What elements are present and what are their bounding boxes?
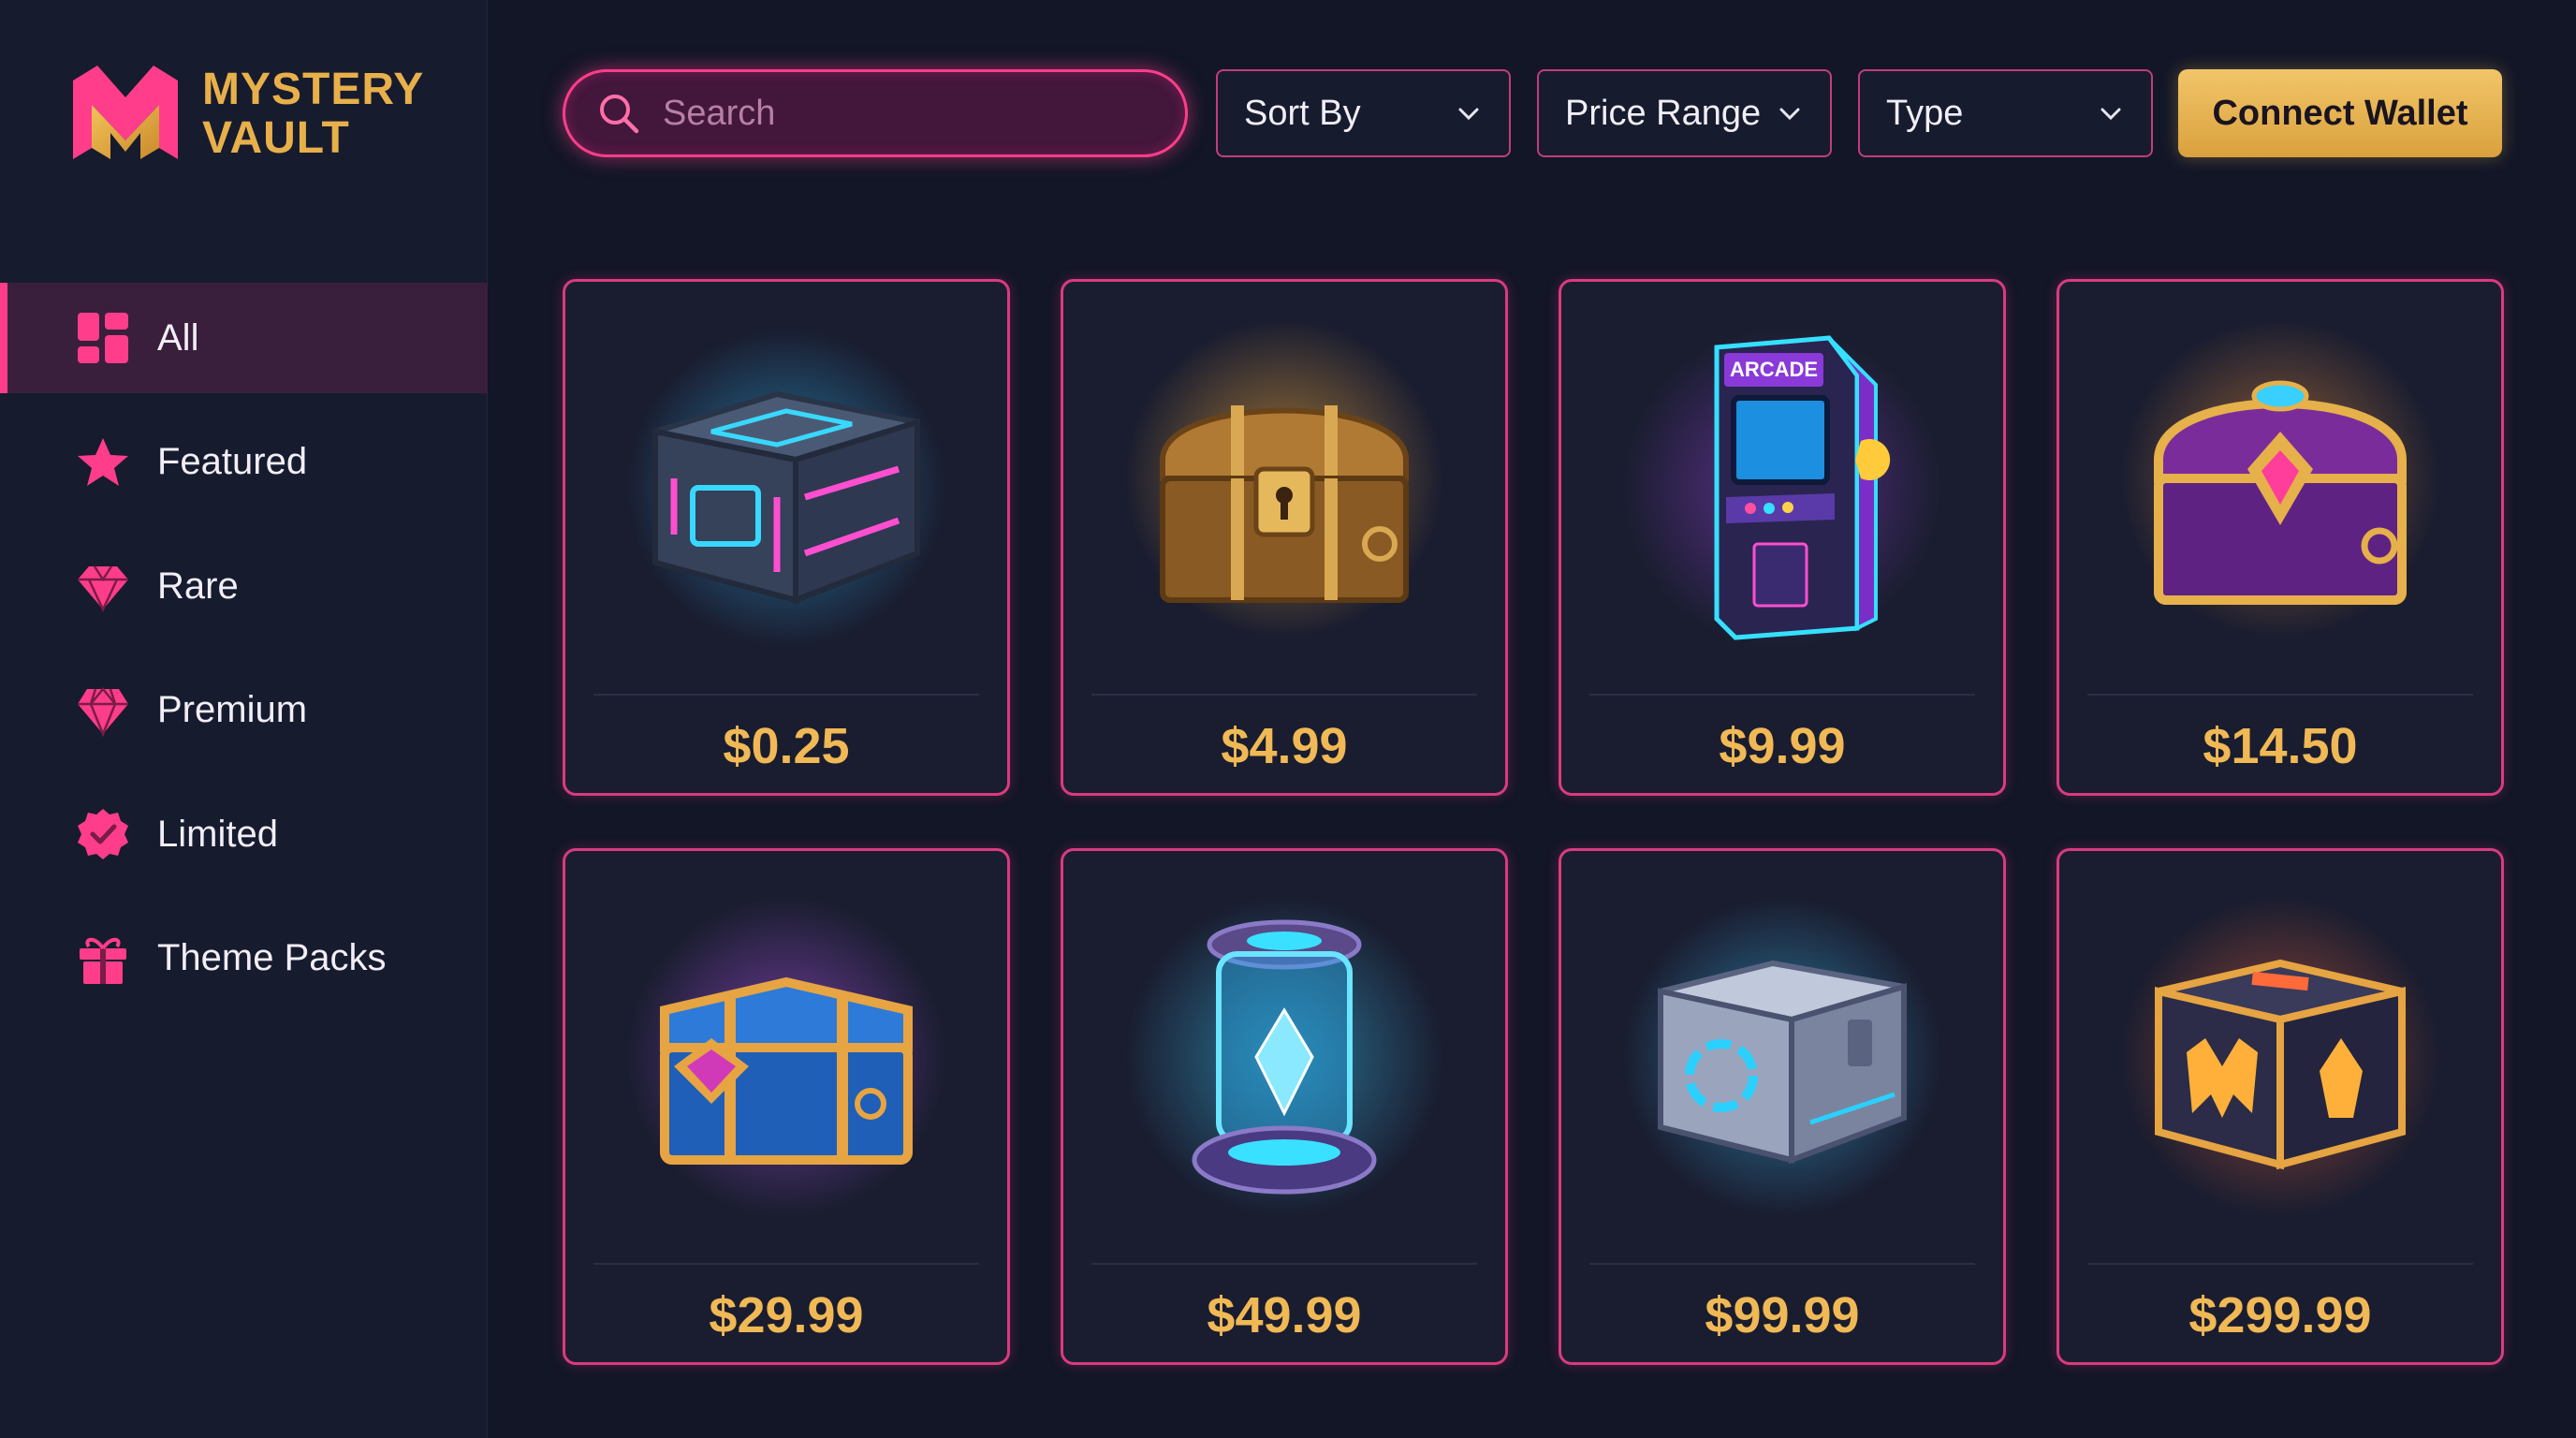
wooden-chest-icon xyxy=(1125,319,1443,638)
steel-crate-icon xyxy=(1623,898,1941,1216)
product-price: $14.50 xyxy=(2203,718,2358,774)
arcade-cabinet-icon: ARCADE xyxy=(1623,329,1941,647)
card-divider xyxy=(1091,694,1477,696)
product-card[interactable]: ARCADE $9.99 xyxy=(1559,279,2006,796)
arcade-sign-text: ARCADE xyxy=(1730,358,1818,381)
sidebar-item-rare[interactable]: Rare xyxy=(0,531,488,641)
product-card[interactable]: $14.50 xyxy=(2056,279,2504,796)
sort-by-label: Sort By xyxy=(1244,93,1361,133)
badge-check-icon xyxy=(75,806,131,862)
sidebar-item-theme-packs[interactable]: Theme Packs xyxy=(0,903,488,1014)
logo[interactable]: MYSTERY VAULT xyxy=(69,62,424,167)
product-price: $0.25 xyxy=(723,718,850,774)
product-card[interactable]: $49.99 xyxy=(1061,848,1508,1365)
chevron-down-icon xyxy=(2100,108,2121,121)
gift-icon xyxy=(75,931,131,987)
search-icon xyxy=(600,95,639,134)
card-divider xyxy=(593,694,979,696)
product-price: $49.99 xyxy=(1207,1287,1362,1343)
category-nav: All Featured Rare Premium Limited Theme … xyxy=(0,283,488,1027)
price-range-label: Price Range xyxy=(1565,93,1762,133)
card-divider xyxy=(2087,1263,2473,1265)
product-image xyxy=(565,282,1007,694)
product-image: ARCADE xyxy=(1561,282,2003,694)
sidebar-item-label: Theme Packs xyxy=(157,937,387,978)
product-card[interactable]: $4.99 xyxy=(1061,279,1508,796)
logo-line-2: VAULT xyxy=(202,113,350,163)
product-price: $99.99 xyxy=(1705,1287,1860,1343)
product-image xyxy=(565,851,1007,1263)
vault-cube-icon xyxy=(2121,898,2439,1216)
logo-text: MYSTERY VAULT xyxy=(202,66,424,163)
sort-by-dropdown[interactable]: Sort By xyxy=(1216,69,1511,157)
product-card[interactable]: $299.99 xyxy=(2056,848,2504,1365)
card-divider xyxy=(1091,1263,1477,1265)
diamond-icon xyxy=(75,558,131,614)
product-image xyxy=(2059,851,2501,1263)
sidebar-item-label: All xyxy=(157,316,199,359)
connect-wallet-button[interactable]: Connect Wallet xyxy=(2178,69,2502,157)
product-card[interactable]: $29.99 xyxy=(563,848,1010,1365)
product-image xyxy=(1561,851,2003,1263)
chevron-down-icon xyxy=(1779,108,1800,121)
search-input[interactable] xyxy=(663,93,1149,134)
product-image xyxy=(1063,282,1505,694)
product-image xyxy=(2059,282,2501,694)
sidebar: MYSTERY VAULT All Featured Rare Premium … xyxy=(0,0,488,1438)
product-price: $9.99 xyxy=(1719,718,1846,774)
type-label: Type xyxy=(1886,93,1964,133)
product-price: $299.99 xyxy=(2188,1287,2372,1343)
sidebar-item-limited[interactable]: Limited xyxy=(0,779,488,889)
type-dropdown[interactable]: Type xyxy=(1858,69,2153,157)
crystal-chest-icon xyxy=(627,898,945,1216)
mystery-vault-logo-icon xyxy=(73,66,178,159)
product-grid: $0.25 $4.99 ARCADE $9.99 $14.50 $29.99 $… xyxy=(563,279,2506,1365)
card-divider xyxy=(1589,694,1975,696)
product-image xyxy=(1063,851,1505,1263)
royal-chest-icon xyxy=(2121,319,2439,638)
card-divider xyxy=(1589,1263,1975,1265)
chevron-down-icon xyxy=(1458,108,1479,121)
price-range-dropdown[interactable]: Price Range xyxy=(1537,69,1832,157)
card-divider xyxy=(2087,694,2473,696)
product-card[interactable]: $99.99 xyxy=(1559,848,2006,1365)
sidebar-item-label: Limited xyxy=(157,813,278,855)
sidebar-item-premium[interactable]: Premium xyxy=(0,655,488,766)
cyber-crate-icon xyxy=(627,329,945,647)
gem-icon xyxy=(75,682,131,739)
sidebar-item-label: Featured xyxy=(157,441,308,482)
card-divider xyxy=(593,1263,979,1265)
sidebar-item-label: Rare xyxy=(157,565,239,607)
product-price: $29.99 xyxy=(709,1287,864,1343)
search-box[interactable] xyxy=(563,69,1188,157)
sidebar-item-all[interactable]: All xyxy=(0,283,488,393)
product-card[interactable]: $0.25 xyxy=(563,279,1010,796)
logo-line-1: MYSTERY xyxy=(202,65,425,114)
sidebar-item-label: Premium xyxy=(157,689,308,730)
energy-capsule-icon xyxy=(1125,898,1443,1216)
grid-icon xyxy=(75,310,131,366)
product-price: $4.99 xyxy=(1221,718,1348,774)
star-icon xyxy=(75,434,131,491)
sidebar-item-featured[interactable]: Featured xyxy=(0,407,488,518)
